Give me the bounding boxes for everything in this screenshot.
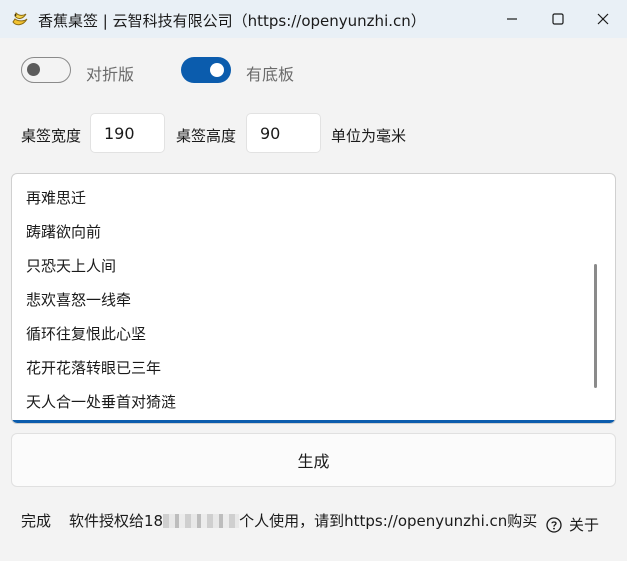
- text-line: 踌躇欲向前: [26, 223, 102, 241]
- text-line: 花开花落转眼已三年: [26, 359, 162, 377]
- maximize-button[interactable]: [535, 0, 581, 38]
- base-toggle-label: 有底板: [246, 65, 295, 84]
- license-prefix: 软件授权给18: [69, 512, 164, 530]
- text-line: 悲欢喜怒一线牵: [26, 291, 132, 309]
- text-line: 天人合一处垂首对猗涟: [26, 393, 177, 411]
- height-label: 桌签高度: [176, 127, 237, 145]
- license-suffix: 个人使用，请到https://openyunzhi.cn购买: [239, 512, 538, 530]
- about-label: 关于: [569, 516, 600, 534]
- unit-label: 单位为毫米: [331, 127, 407, 145]
- license-text: 软件授权给18 个人使用，请到https://openyunzhi.cn购买: [69, 510, 537, 531]
- fold-toggle-label: 对折版: [86, 65, 135, 84]
- minimize-button[interactable]: [489, 0, 535, 38]
- window-title: 香蕉桌签 | 云智科技有限公司（https://openyunzhi.cn）: [38, 12, 426, 30]
- close-button[interactable]: [580, 0, 626, 38]
- title-bar[interactable]: 香蕉桌签 | 云智科技有限公司（https://openyunzhi.cn）: [0, 0, 627, 38]
- about-button[interactable]: 关于: [546, 514, 599, 535]
- text-line: 只恐天上人间: [26, 257, 117, 275]
- maximize-icon: [552, 13, 564, 25]
- text-line: 再难思迁: [26, 189, 87, 207]
- height-input[interactable]: 90: [246, 113, 321, 153]
- close-icon: [597, 13, 609, 25]
- redacted-text: [163, 514, 240, 528]
- minimize-icon: [507, 18, 517, 20]
- toggle-knob: [27, 63, 40, 76]
- width-input[interactable]: 190: [90, 113, 165, 153]
- focus-underline: [12, 420, 615, 423]
- text-line: 循环往复恨此心坚: [26, 325, 147, 343]
- banana-icon: [10, 9, 30, 29]
- fold-toggle[interactable]: [21, 57, 71, 83]
- generate-button[interactable]: 生成: [11, 433, 616, 487]
- text-input-area[interactable]: 再难思迁 踌躇欲向前 只恐天上人间 悲欢喜怒一线牵 循环往复恨此心坚 花开花落转…: [11, 173, 616, 424]
- vertical-scrollbar[interactable]: [594, 264, 597, 388]
- toggle-knob: [210, 63, 224, 77]
- width-label: 桌签宽度: [21, 127, 82, 145]
- base-toggle[interactable]: [181, 57, 231, 83]
- help-icon: [546, 516, 562, 533]
- status-text: 完成: [21, 512, 52, 530]
